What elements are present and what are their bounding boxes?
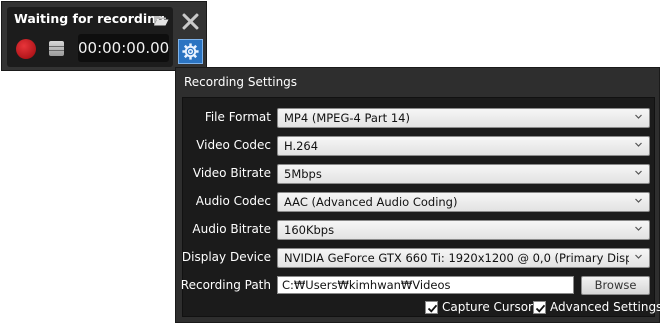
chevron-down-icon	[635, 254, 642, 259]
recording-path-label: Recording Path	[180, 278, 271, 292]
gear-icon	[182, 43, 199, 60]
video-codec-value: H.264	[284, 139, 319, 153]
file-format-label: File Format	[204, 110, 271, 124]
checkbox-box	[425, 301, 438, 314]
advanced-settings-label: Advanced Settings	[550, 300, 663, 314]
video-codec-label: Video Codec	[196, 138, 271, 152]
audio-bitrate-value: 160Kbps	[284, 223, 335, 237]
audio-bitrate-select[interactable]: 160Kbps	[277, 220, 650, 240]
audio-codec-value: AAC (Advanced Audio Coding)	[284, 195, 458, 209]
chevron-down-icon	[635, 226, 642, 231]
stop-icon[interactable]	[49, 41, 64, 56]
recording-settings-panel: Recording Settings File Format MP4 (MPEG…	[175, 67, 662, 323]
display-device-value: NVIDIA GeForce GTX 660 Ti: 1920x1200 @ 0…	[284, 251, 629, 265]
file-format-select[interactable]: MP4 (MPEG-4 Part 14)	[277, 108, 650, 128]
video-bitrate-label: Video Bitrate	[192, 166, 271, 180]
settings-button[interactable]	[178, 39, 203, 64]
folder-icon[interactable]	[153, 12, 169, 26]
capture-cursor-label: Capture Cursor	[442, 300, 533, 314]
timer-value: 00:00:00.00	[78, 39, 170, 57]
settings-title: Recording Settings	[184, 75, 298, 89]
audio-codec-label: Audio Codec	[195, 194, 271, 208]
audio-codec-select[interactable]: AAC (Advanced Audio Coding)	[277, 192, 650, 212]
checkmark-icon	[427, 304, 438, 313]
chevron-down-icon	[635, 114, 642, 119]
video-bitrate-select[interactable]: 5Mbps	[277, 164, 650, 184]
chevron-down-icon	[635, 198, 642, 203]
browse-button[interactable]: Browse	[581, 276, 650, 295]
record-icon[interactable]	[16, 39, 36, 59]
audio-bitrate-label: Audio Bitrate	[192, 222, 271, 236]
timer-display: 00:00:00.00	[78, 34, 169, 62]
chevron-down-icon	[635, 170, 642, 175]
video-bitrate-value: 5Mbps	[284, 167, 322, 181]
chevron-down-icon	[635, 142, 642, 147]
video-codec-select[interactable]: H.264	[277, 136, 650, 156]
file-format-value: MP4 (MPEG-4 Part 14)	[284, 111, 410, 125]
display-device-label: Display Device	[181, 250, 271, 264]
recording-path-input[interactable]	[277, 276, 574, 294]
settings-form: File Format MP4 (MPEG-4 Part 14) Video C…	[181, 97, 662, 317]
checkmark-icon	[535, 304, 546, 313]
close-icon[interactable]	[180, 11, 200, 31]
display-device-select[interactable]: NVIDIA GeForce GTX 660 Ti: 1920x1200 @ 0…	[277, 248, 650, 268]
recording-status: Waiting for recording	[14, 11, 165, 26]
recorder-panel: Waiting for recording 00:00:00.00	[7, 7, 173, 67]
recorder-widget: Waiting for recording 00:00:00.00	[1, 1, 207, 71]
checkbox-box	[533, 301, 546, 314]
